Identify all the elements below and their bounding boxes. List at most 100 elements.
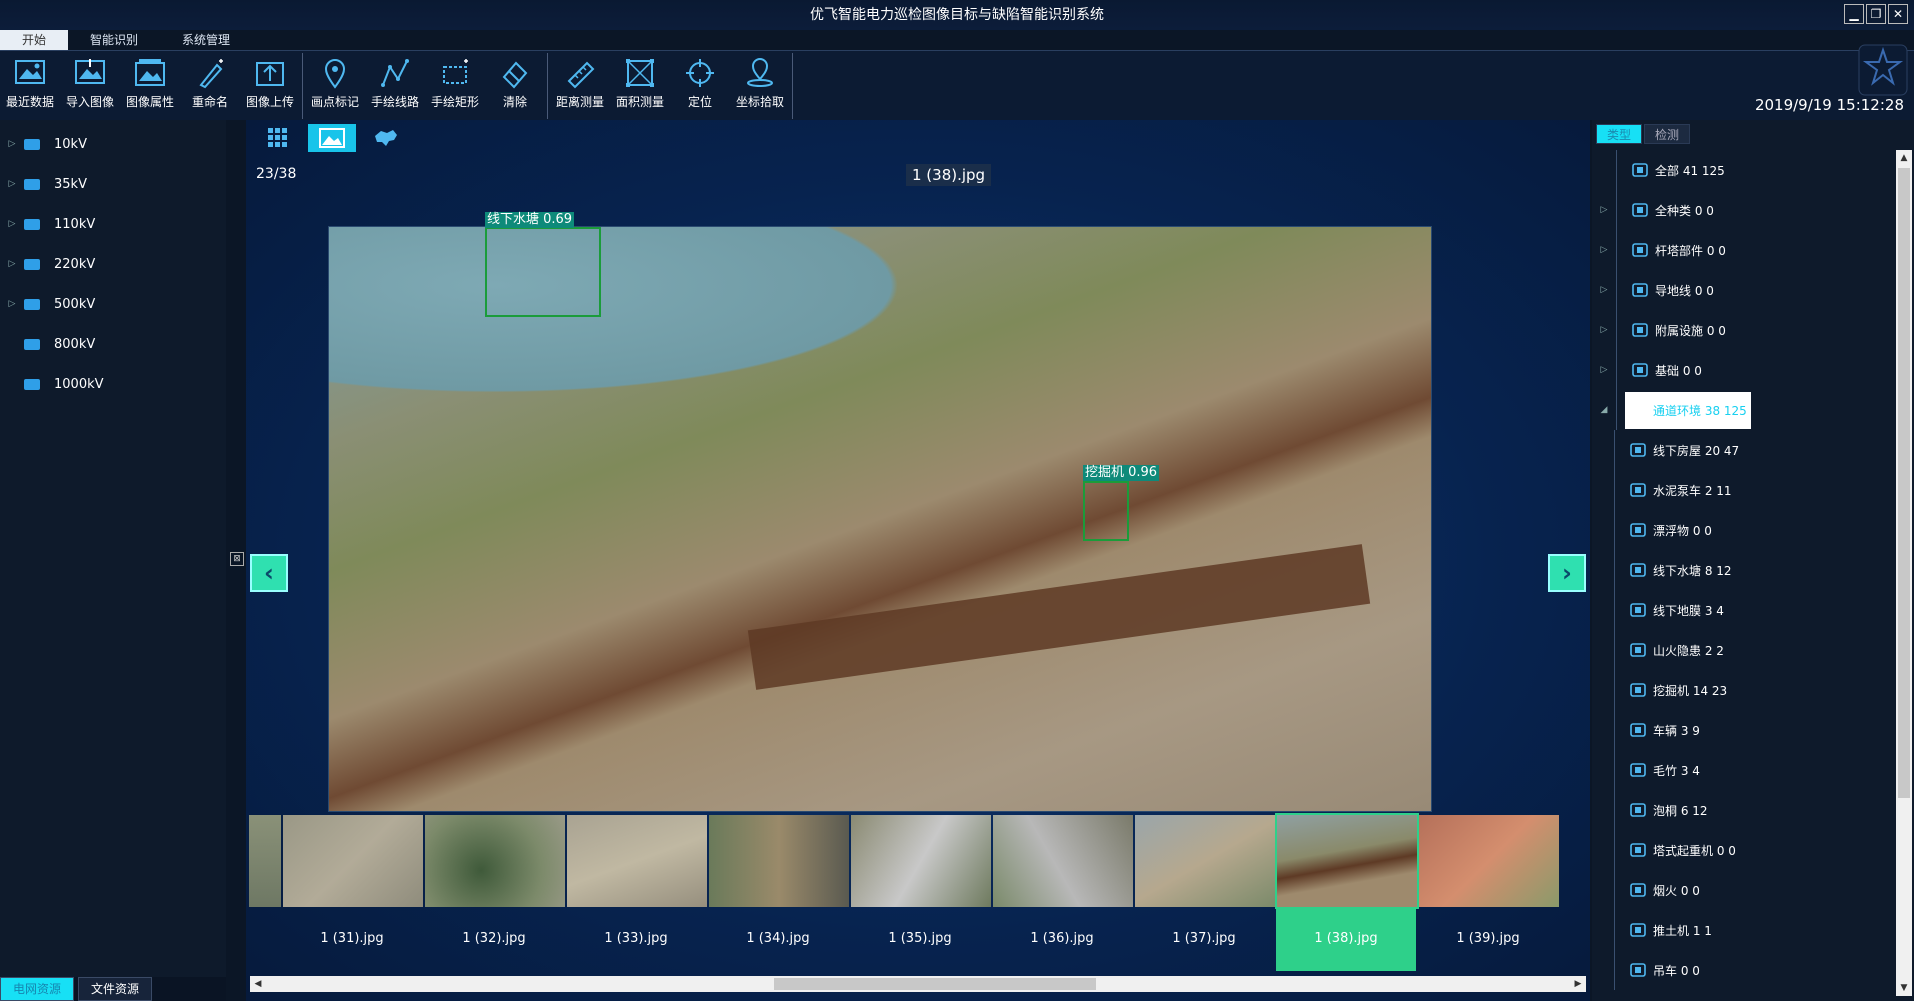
tree-item-220kv[interactable]: ▷ 220kV bbox=[0, 244, 226, 284]
tree-item-1000kv[interactable]: 1000kV bbox=[0, 364, 226, 404]
window-controls: ▁ ❐ ✕ bbox=[1844, 4, 1908, 24]
tab-grid-resources[interactable]: 电网资源 bbox=[0, 977, 75, 1001]
point-marker-button[interactable]: 画点标记 bbox=[305, 51, 365, 117]
recent-data-label: 最近数据 bbox=[5, 95, 54, 109]
tree-item-500kv[interactable]: ▷ 500kV bbox=[0, 284, 226, 324]
locate-button[interactable]: 定位 bbox=[670, 51, 730, 117]
category-item[interactable]: 车辆 3 9 bbox=[1592, 710, 1892, 750]
category-item[interactable]: 吊车 0 0 bbox=[1592, 950, 1892, 990]
expand-arrow-icon[interactable]: ▷ bbox=[0, 219, 24, 229]
tab-type[interactable]: 类型 bbox=[1596, 124, 1642, 144]
image-view-tab[interactable] bbox=[308, 124, 356, 152]
expand-arrow-icon[interactable]: ▷ bbox=[1592, 245, 1616, 255]
minimize-button[interactable]: ▁ bbox=[1844, 4, 1864, 24]
category-item[interactable]: ◢ 通道环境 38 125 bbox=[1592, 390, 1892, 430]
tree-guide-line bbox=[1616, 350, 1617, 390]
tab-system-management[interactable]: 系统管理 bbox=[160, 30, 252, 50]
coordinate-pick-button[interactable]: 坐标拾取 bbox=[730, 51, 790, 117]
draw-rect-button[interactable]: 手绘矩形 bbox=[425, 51, 485, 117]
aerial-photo[interactable]: 线下水塘 0.69 挖掘机 0.96 bbox=[328, 212, 1432, 812]
category-item[interactable]: ▷ 全种类 0 0 bbox=[1592, 190, 1892, 230]
detection-box-pond[interactable] bbox=[485, 227, 601, 317]
expand-arrow-icon[interactable]: ▷ bbox=[1592, 365, 1616, 375]
thumbnail[interactable]: 1 (31).jpg bbox=[282, 815, 424, 975]
category-item[interactable]: 漂浮物 0 0 bbox=[1592, 510, 1892, 550]
thumbnail-strip: 1 (31).jpg 1 (32).jpg 1 (33).jpg 1 (34).… bbox=[248, 813, 1590, 980]
tab-smart-recognition[interactable]: 智能识别 bbox=[68, 30, 160, 50]
expand-arrow-icon[interactable]: ▷ bbox=[1592, 205, 1616, 215]
expand-arrow-icon[interactable]: ▷ bbox=[0, 179, 24, 189]
category-panel: 类型 检测 全部 41 125 ▷ 全种类 0 0 ▷ 杆塔部件 0 0 ▷ 导地线 0 0… bbox=[1592, 120, 1914, 1001]
draw-line-button[interactable]: 手绘线路 bbox=[365, 51, 425, 117]
thumbnail[interactable]: 1 (36).jpg bbox=[992, 815, 1134, 975]
category-item[interactable]: 山火隐患 2 2 bbox=[1592, 630, 1892, 670]
next-image-button[interactable]: › bbox=[1548, 554, 1586, 592]
scroll-down-arrow-icon[interactable]: ▼ bbox=[1896, 980, 1912, 996]
thumbnail[interactable]: 1 (33).jpg bbox=[566, 815, 708, 975]
category-item[interactable]: 推土机 1 1 bbox=[1592, 910, 1892, 950]
close-button[interactable]: ✕ bbox=[1888, 4, 1908, 24]
scroll-up-arrow-icon[interactable]: ▲ bbox=[1896, 150, 1912, 166]
scrollbar-thumb[interactable] bbox=[1898, 168, 1910, 798]
image-upload-button[interactable]: 图像上传 bbox=[240, 51, 300, 117]
category-item[interactable]: 全部 41 125 bbox=[1592, 150, 1892, 190]
previous-image-button[interactable]: ‹ bbox=[250, 554, 288, 592]
tab-file-resources[interactable]: 文件资源 bbox=[78, 977, 153, 1001]
tree-item-110kv[interactable]: ▷ 110kV bbox=[0, 204, 226, 244]
category-item[interactable]: 水泥泵车 2 11 bbox=[1592, 470, 1892, 510]
thumbnail[interactable]: 1 (39).jpg bbox=[1418, 815, 1560, 975]
category-item[interactable]: 毛竹 3 4 bbox=[1592, 750, 1892, 790]
category-item[interactable]: 线下房屋 20 47 bbox=[1592, 430, 1892, 470]
detection-box-excavator[interactable] bbox=[1083, 481, 1129, 541]
map-view-tab[interactable] bbox=[362, 124, 410, 152]
category-item[interactable]: 塔式起重机 0 0 bbox=[1592, 830, 1892, 870]
thumbnail-caption: 1 (32).jpg bbox=[462, 931, 526, 946]
maximize-button[interactable]: ❐ bbox=[1866, 4, 1886, 24]
thumbnail[interactable]: 1 (35).jpg bbox=[850, 815, 992, 975]
tree-item-10kv[interactable]: ▷ 10kV bbox=[0, 124, 226, 164]
expand-arrow-icon[interactable]: ▷ bbox=[0, 259, 24, 269]
tree-item-35kv[interactable]: ▷ 35kV bbox=[0, 164, 226, 204]
grid-view-tab[interactable] bbox=[254, 124, 302, 152]
smoke-fire-icon bbox=[1629, 882, 1647, 898]
thumbnail-caption: 1 (31).jpg bbox=[320, 931, 384, 946]
thumbnail[interactable]: 1 (32).jpg bbox=[424, 815, 566, 975]
thumbnail[interactable] bbox=[248, 815, 282, 975]
collapse-panel-button[interactable]: ⊠ bbox=[230, 552, 244, 566]
category-item[interactable]: 烟火 0 0 bbox=[1592, 870, 1892, 910]
distance-measure-button[interactable]: 距离测量 bbox=[550, 51, 610, 117]
category-item[interactable]: 线下水塘 8 12 bbox=[1592, 550, 1892, 590]
scroll-left-arrow-icon[interactable]: ◀ bbox=[250, 976, 266, 992]
thumbnail-scrollbar[interactable]: ◀ ▶ bbox=[250, 976, 1586, 992]
expand-arrow-icon[interactable]: ▷ bbox=[1592, 285, 1616, 295]
recent-data-button[interactable]: 最近数据 bbox=[0, 51, 60, 117]
rename-button[interactable]: 重命名 bbox=[180, 51, 240, 117]
category-item-label: 全种类 0 0 bbox=[1655, 203, 1714, 218]
category-item[interactable]: ▷ 附属设施 0 0 bbox=[1592, 310, 1892, 350]
category-item[interactable]: ▷ 杆塔部件 0 0 bbox=[1592, 230, 1892, 270]
expand-arrow-icon[interactable]: ▷ bbox=[1592, 325, 1616, 335]
thumbnail[interactable]: 1 (34).jpg bbox=[708, 815, 850, 975]
scroll-right-arrow-icon[interactable]: ▶ bbox=[1570, 976, 1586, 992]
category-scrollbar[interactable]: ▲ ▼ bbox=[1896, 150, 1912, 996]
area-measure-button[interactable]: 面积测量 bbox=[610, 51, 670, 117]
category-item[interactable]: 挖掘机 14 23 bbox=[1592, 670, 1892, 710]
category-item[interactable]: ▷ 导地线 0 0 bbox=[1592, 270, 1892, 310]
thumbnail-selected[interactable]: 1 (38).jpg bbox=[1275, 813, 1419, 975]
tree-guide-line bbox=[1616, 270, 1617, 310]
tab-start[interactable]: 开始 bbox=[0, 30, 69, 50]
expand-arrow-icon[interactable]: ▷ bbox=[0, 139, 24, 149]
category-tree: 全部 41 125 ▷ 全种类 0 0 ▷ 杆塔部件 0 0 ▷ 导地线 0 0 ▷ 附属设施 … bbox=[1592, 150, 1892, 990]
expand-arrow-icon[interactable]: ▷ bbox=[0, 299, 24, 309]
category-item[interactable]: ▷ 基础 0 0 bbox=[1592, 350, 1892, 390]
import-image-button[interactable]: 导入图像 bbox=[60, 51, 120, 117]
tab-detect[interactable]: 检测 bbox=[1644, 124, 1690, 144]
category-item[interactable]: 线下地膜 3 4 bbox=[1592, 590, 1892, 630]
thumbnail[interactable]: 1 (37).jpg bbox=[1134, 815, 1276, 975]
tree-item-800kv[interactable]: 800kV bbox=[0, 324, 226, 364]
category-item[interactable]: 泡桐 6 12 bbox=[1592, 790, 1892, 830]
scrollbar-thumb[interactable] bbox=[774, 978, 1096, 990]
image-properties-button[interactable]: 图像属性 bbox=[120, 51, 180, 117]
clear-button[interactable]: 清除 bbox=[485, 51, 545, 117]
expand-arrow-icon[interactable]: ◢ bbox=[1592, 405, 1616, 415]
